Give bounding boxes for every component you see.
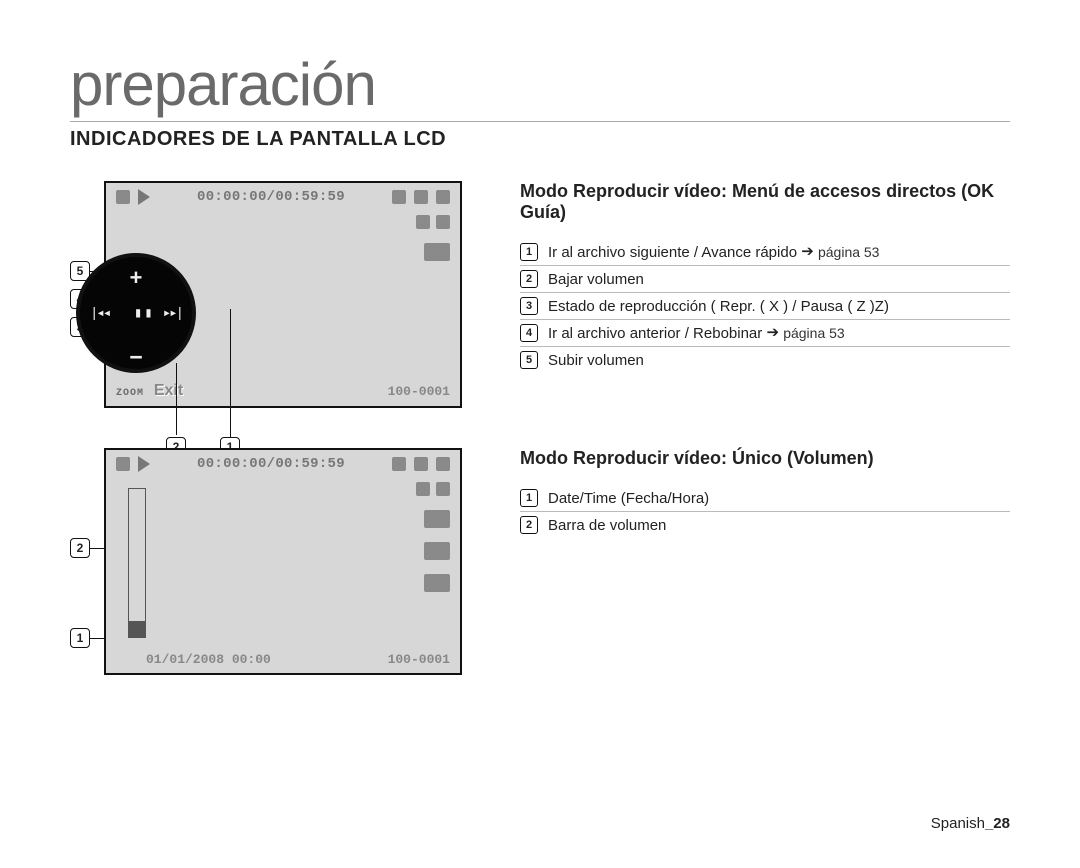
scene-icon: [424, 510, 450, 528]
legend-row: 5 Subir volumen: [520, 347, 1010, 373]
lock-icon: [436, 215, 450, 229]
play-icon: [138, 456, 150, 472]
num-badge: 1: [520, 243, 538, 261]
volume-up-icon: +: [80, 267, 192, 292]
legend-row: 1 Ir al archivo siguiente / Avance rápid…: [520, 239, 1010, 266]
card-icon: [392, 457, 406, 471]
lcd-illustration-1: 5 4 3 00:00:00/00:59:59 +: [70, 181, 460, 408]
lock-icon: [436, 482, 450, 496]
legend-row: 3 Estado de reproducción ( Repr. ( X ) /…: [520, 293, 1010, 320]
page-ref-arrow-icon: ➔: [766, 323, 779, 341]
num-badge: 3: [520, 297, 538, 315]
volume-down-icon: –: [80, 351, 192, 363]
legend-text: Ir al archivo siguiente / Avance rápido …: [548, 243, 879, 261]
scene-icon: [424, 243, 450, 261]
legend-row: 2 Barra de volumen: [520, 512, 1010, 538]
effect-icon: [424, 542, 450, 560]
play-icon: [138, 189, 150, 205]
zoom-label: ZOOM: [116, 388, 144, 399]
page-ref-arrow-icon: ➔: [801, 242, 814, 260]
callout-2b: 2: [70, 538, 90, 558]
wide-icon: [424, 574, 450, 592]
time-counter: 00:00:00/00:59:59: [158, 456, 384, 472]
page-title: preparación: [70, 50, 1010, 122]
mode-title-2: Modo Reproducir vídeo: Único (Volumen): [520, 448, 1010, 469]
image-icon: [416, 215, 430, 229]
volume-bar: [128, 488, 146, 638]
card-icon: [392, 190, 406, 204]
num-badge: 2: [520, 270, 538, 288]
legend-1: Modo Reproducir vídeo: Menú de accesos d…: [520, 181, 1010, 373]
num-badge: 1: [520, 489, 538, 507]
control-wheel: + |◂◂ ▮▮ ▸▸| –: [76, 253, 196, 373]
lcd-illustration-2: 2 1 00:00:00/00:59:59: [70, 448, 460, 675]
image-icon: [416, 482, 430, 496]
legend-text: Subir volumen: [548, 352, 644, 369]
remaining-icon: [436, 190, 450, 204]
storage-icon: [116, 457, 130, 471]
remaining-icon: [436, 457, 450, 471]
section-shortcut-menu: 5 4 3 00:00:00/00:59:59 +: [70, 181, 1010, 408]
prev-icon: |◂◂: [90, 305, 109, 322]
time-counter: 00:00:00/00:59:59: [158, 189, 384, 205]
section-single-volume: 2 1 00:00:00/00:59:59: [70, 448, 1010, 675]
legend-text: Barra de volumen: [548, 517, 666, 534]
page-footer: Spanish_28: [931, 815, 1010, 832]
exit-label: Exit: [154, 382, 183, 399]
legend-2: Modo Reproducir vídeo: Único (Volumen) 1…: [520, 448, 1010, 538]
legend-row: 2 Bajar volumen: [520, 266, 1010, 293]
num-badge: 4: [520, 324, 538, 342]
legend-row: 1 Date/Time (Fecha/Hora): [520, 485, 1010, 512]
legend-row: 4 Ir al archivo anterior / Rebobinar ➔ p…: [520, 320, 1010, 347]
num-badge: 5: [520, 351, 538, 369]
page-subtitle: INDICADORES DE LA PANTALLA LCD: [70, 128, 1010, 151]
legend-text: Estado de reproducción ( Repr. ( X ) / P…: [548, 298, 889, 315]
battery-icon: [414, 457, 428, 471]
legend-text: Ir al archivo anterior / Rebobinar ➔ pág…: [548, 324, 845, 342]
file-id: 100-0001: [388, 652, 450, 667]
callout-1b: 1: [70, 628, 90, 648]
storage-icon: [116, 190, 130, 204]
legend-text: Bajar volumen: [548, 271, 644, 288]
legend-text: Date/Time (Fecha/Hora): [548, 490, 709, 507]
mode-title-1: Modo Reproducir vídeo: Menú de accesos d…: [520, 181, 1010, 223]
file-id: 100-0001: [388, 384, 450, 399]
num-badge: 2: [520, 516, 538, 534]
battery-icon: [414, 190, 428, 204]
pause-icon: ▮▮: [134, 305, 155, 322]
next-icon: ▸▸|: [163, 305, 182, 322]
